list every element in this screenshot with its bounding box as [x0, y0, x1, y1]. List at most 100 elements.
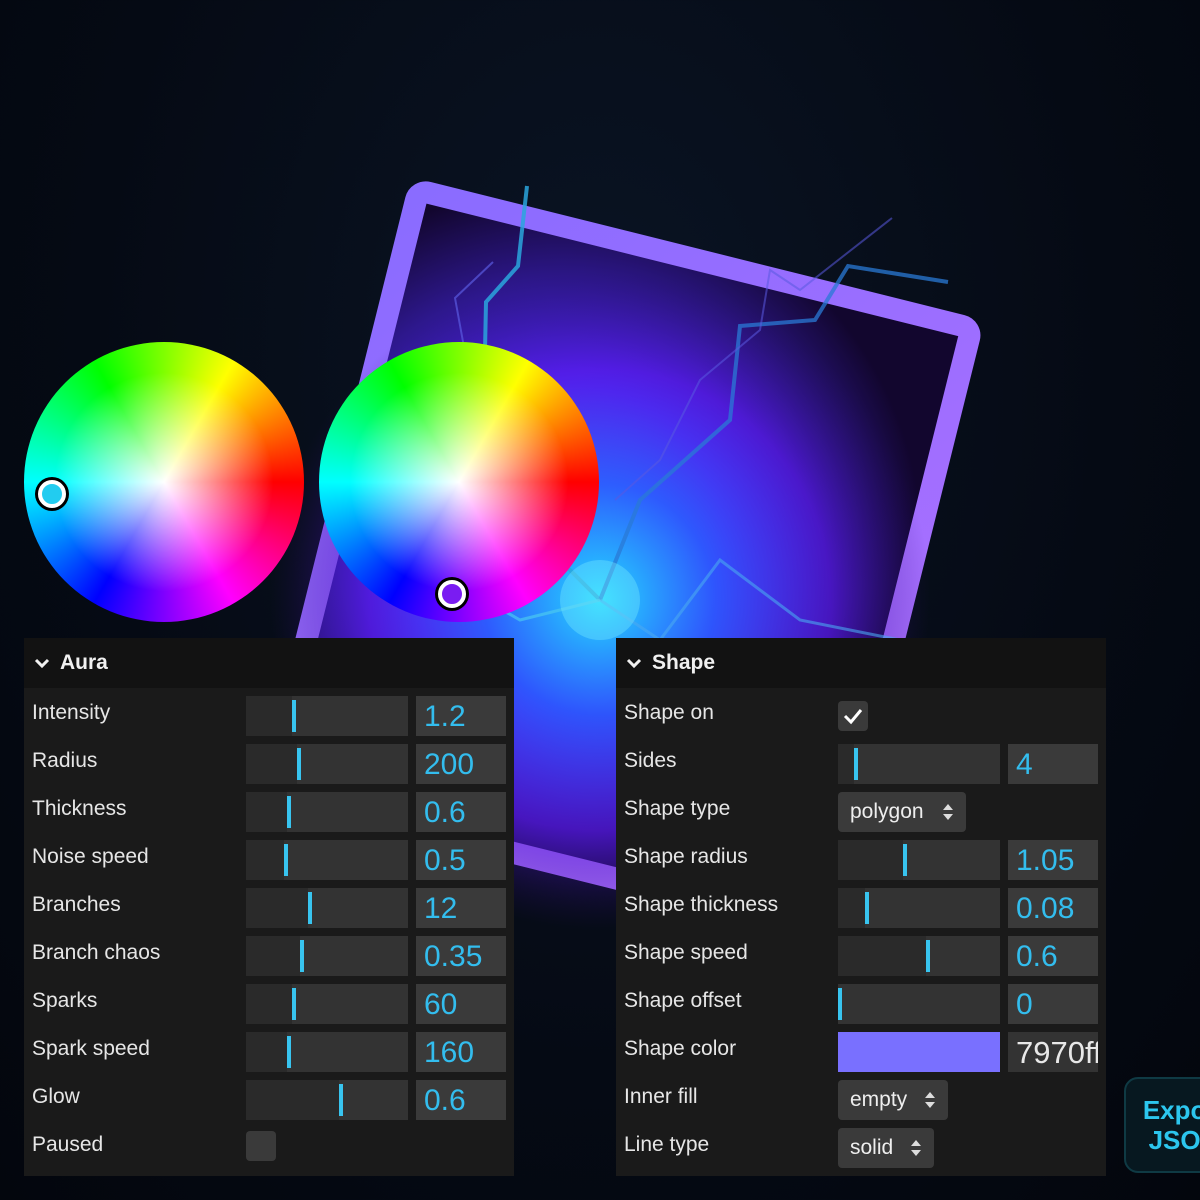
export-json-button[interactable]: Export JSON — [1124, 1077, 1200, 1173]
slider-thumb[interactable] — [297, 748, 301, 780]
radius-row: Radius 200 — [24, 738, 514, 786]
shape-offset-value[interactable]: 0 — [1008, 984, 1098, 1024]
radius-value[interactable]: 200 — [416, 744, 506, 784]
noise-speed-value[interactable]: 0.5 — [416, 840, 506, 880]
paused-checkbox[interactable] — [246, 1131, 276, 1161]
slider-thumb[interactable] — [903, 844, 907, 876]
branch-chaos-slider[interactable] — [246, 936, 408, 976]
inner-fill-row: Inner fill empty — [616, 1074, 1106, 1122]
shape-color-hex[interactable]: 7970ff — [1008, 1032, 1098, 1072]
slider-thumb[interactable] — [865, 892, 869, 924]
spark-speed-row: Spark speed 160 — [24, 1026, 514, 1074]
sides-value[interactable]: 4 — [1008, 744, 1098, 784]
shape-color-wheel[interactable] — [319, 342, 599, 622]
thickness-slider[interactable] — [246, 792, 408, 832]
shape-color-swatch[interactable] — [838, 1032, 1000, 1072]
slider-thumb[interactable] — [287, 1036, 291, 1068]
shape-radius-label: Shape radius — [624, 845, 748, 868]
shape-thickness-slider[interactable] — [838, 888, 1000, 928]
glow-label: Glow — [32, 1085, 80, 1108]
chevron-down-icon — [626, 658, 642, 669]
sides-slider[interactable] — [838, 744, 1000, 784]
inner-fill-label: Inner fill — [624, 1085, 698, 1108]
branches-value[interactable]: 12 — [416, 888, 506, 928]
thickness-value[interactable]: 0.6 — [416, 792, 506, 832]
shape-radius-value[interactable]: 1.05 — [1008, 840, 1098, 880]
intensity-value[interactable]: 1.2 — [416, 696, 506, 736]
slider-thumb[interactable] — [308, 892, 312, 924]
sparks-value[interactable]: 60 — [416, 984, 506, 1024]
aura-panel: Aura Intensity 1.2 Radius 200 Thickness 0.6 No… — [24, 638, 514, 1176]
glow-slider[interactable] — [246, 1080, 408, 1120]
spark-speed-value[interactable]: 160 — [416, 1032, 506, 1072]
slider-thumb[interactable] — [287, 796, 291, 828]
shape-color-row: Shape color 7970ff — [616, 1026, 1106, 1074]
spark-speed-label: Spark speed — [32, 1037, 150, 1060]
shape-type-value: polygon — [850, 800, 924, 823]
radius-label: Radius — [32, 749, 98, 772]
shape-panel: Shape Shape on Sides 4 Shape type polygo… — [616, 638, 1106, 1176]
sparks-slider[interactable] — [246, 984, 408, 1024]
updown-arrows-icon — [911, 1140, 921, 1156]
shape-type-label: Shape type — [624, 797, 731, 820]
shape-offset-slider[interactable] — [838, 984, 1000, 1024]
inner-fill-select[interactable]: empty — [838, 1080, 948, 1120]
updown-arrows-icon — [943, 804, 953, 820]
glow-value[interactable]: 0.6 — [416, 1080, 506, 1120]
sides-label: Sides — [624, 749, 677, 772]
shape-on-label: Shape on — [624, 701, 714, 724]
branches-label: Branches — [32, 893, 121, 916]
aura-color-wheel[interactable] — [24, 342, 304, 622]
slider-thumb[interactable] — [838, 988, 842, 1020]
shape-on-row: Shape on — [616, 690, 1106, 738]
slider-thumb[interactable] — [339, 1084, 343, 1116]
line-type-value: solid — [850, 1136, 894, 1159]
intensity-slider[interactable] — [246, 696, 408, 736]
shape-thickness-value[interactable]: 0.08 — [1008, 888, 1098, 928]
branch-chaos-label: Branch chaos — [32, 941, 161, 964]
noise-speed-label: Noise speed — [32, 845, 149, 868]
slider-thumb[interactable] — [284, 844, 288, 876]
shape-speed-value[interactable]: 0.6 — [1008, 936, 1098, 976]
shape-panel-header[interactable]: Shape — [616, 638, 1106, 688]
radius-slider[interactable] — [246, 744, 408, 784]
shape-speed-slider[interactable] — [838, 936, 1000, 976]
noise-speed-row: Noise speed 0.5 — [24, 834, 514, 882]
thickness-row: Thickness 0.6 — [24, 786, 514, 834]
slider-thumb[interactable] — [292, 988, 296, 1020]
shape-speed-label: Shape speed — [624, 941, 748, 964]
paused-label: Paused — [32, 1133, 104, 1156]
intensity-row: Intensity 1.2 — [24, 690, 514, 738]
line-type-select[interactable]: solid — [838, 1128, 934, 1168]
aura-color-knob[interactable] — [38, 480, 66, 508]
shape-panel-title: Shape — [652, 651, 716, 674]
inner-fill-value: empty — [850, 1088, 908, 1111]
shape-radius-row: Shape radius 1.05 — [616, 834, 1106, 882]
slider-thumb[interactable] — [854, 748, 858, 780]
shape-speed-row: Shape speed 0.6 — [616, 930, 1106, 978]
shape-type-select[interactable]: polygon — [838, 792, 966, 832]
intensity-label: Intensity — [32, 701, 111, 724]
shape-type-row: Shape type polygon — [616, 786, 1106, 834]
export-label-line1: Export — [1142, 1095, 1200, 1125]
thickness-label: Thickness — [32, 797, 127, 820]
aura-row-paused: Paused — [24, 1122, 514, 1170]
slider-thumb[interactable] — [300, 940, 304, 972]
sparks-row: Sparks 60 — [24, 978, 514, 1026]
aura-panel-header[interactable]: Aura — [24, 638, 514, 688]
branch-chaos-value[interactable]: 0.35 — [416, 936, 506, 976]
export-label-line2: JSON — [1148, 1125, 1200, 1155]
slider-thumb[interactable] — [292, 700, 296, 732]
shape-color-knob[interactable] — [438, 580, 466, 608]
noise-speed-slider[interactable] — [246, 840, 408, 880]
sides-row: Sides 4 — [616, 738, 1106, 786]
slider-thumb[interactable] — [926, 940, 930, 972]
branches-slider[interactable] — [246, 888, 408, 928]
shape-on-checkbox[interactable] — [838, 701, 868, 731]
spark-speed-slider[interactable] — [246, 1032, 408, 1072]
shape-offset-row: Shape offset 0 — [616, 978, 1106, 1026]
line-type-label: Line type — [624, 1133, 710, 1156]
shape-color-label: Shape color — [624, 1037, 737, 1060]
shape-radius-slider[interactable] — [838, 840, 1000, 880]
branch-chaos-row: Branch chaos 0.35 — [24, 930, 514, 978]
